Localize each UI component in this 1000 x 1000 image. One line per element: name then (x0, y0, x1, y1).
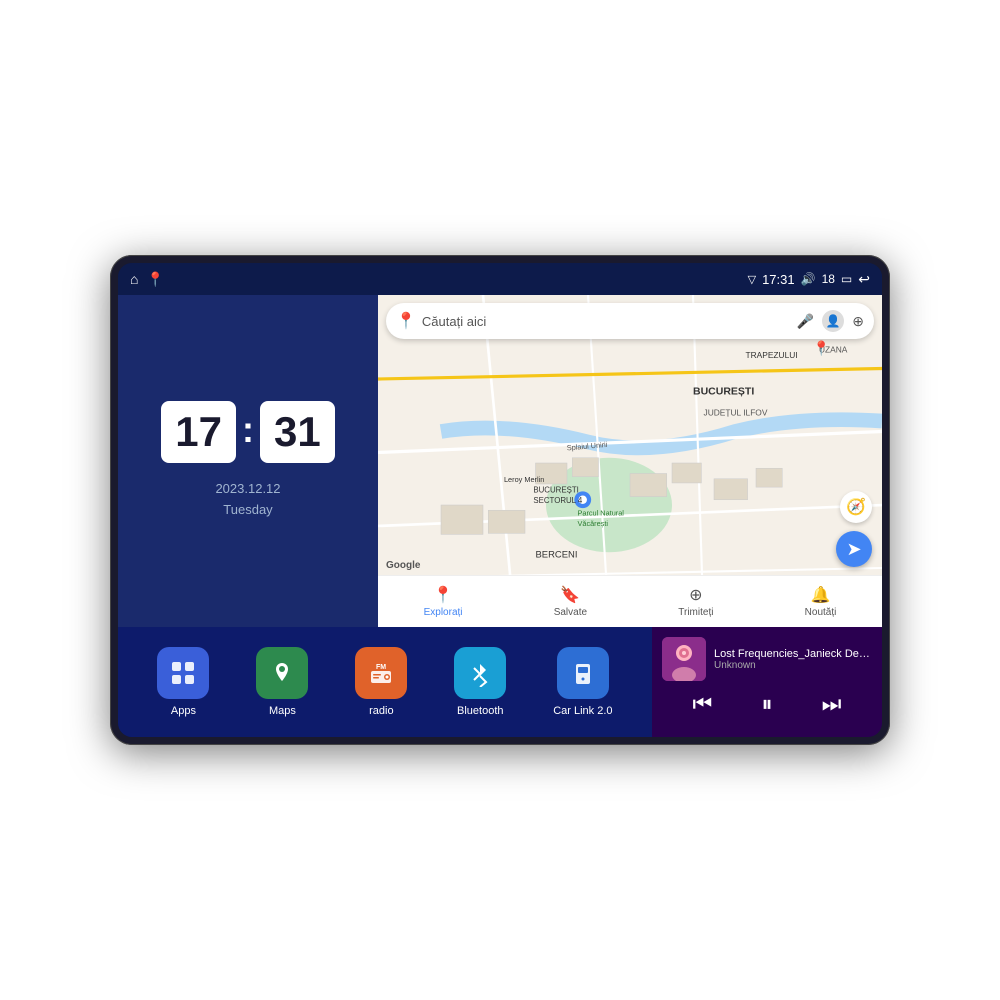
svg-text:FM: FM (376, 664, 386, 671)
google-maps-icon: 📍 (396, 311, 416, 331)
apps-label: Apps (171, 705, 196, 717)
battery-icon: ▭ (841, 272, 852, 286)
google-logo: Google (386, 560, 420, 571)
device: ⌂ 📍 ▽ 17:31 🔊 18 ▭ ↩ 17 : (110, 255, 890, 745)
send-label: Trimiteți (678, 607, 713, 618)
svg-text:TRAPEZULUI: TRAPEZULUI (746, 350, 798, 360)
clock-panel: 17 : 31 2023.12.12 Tuesday (118, 295, 378, 627)
bluetooth-icon (454, 647, 506, 699)
maps-label: Maps (269, 705, 296, 717)
map-bottom-bar: 📍 Explorați 🔖 Salvate ⊕ Trimiteți 🔔 (378, 575, 882, 627)
map-nav-saved[interactable]: 🔖 Salvate (554, 585, 587, 618)
map-panel[interactable]: BUCUREȘTI JUDEȚUL ILFOV TRAPEZULUI UZANA… (378, 295, 882, 627)
saved-label: Salvate (554, 607, 587, 618)
clock-date: 2023.12.12 Tuesday (215, 479, 280, 521)
map-nav-send[interactable]: ⊕ Trimiteți (678, 585, 713, 618)
map-location-marker: 📍 (813, 340, 830, 357)
svg-text:BUCUREȘTI: BUCUREȘTI (533, 485, 578, 494)
home-icon[interactable]: ⌂ (130, 271, 138, 287)
saved-icon: 🔖 (560, 585, 580, 605)
status-bar: ⌂ 📍 ▽ 17:31 🔊 18 ▭ ↩ (118, 263, 882, 295)
account-icon[interactable]: 👤 (822, 310, 844, 332)
map-search-actions: 🎤 👤 ⊕ (797, 310, 864, 332)
volume-icon: 🔊 (801, 272, 816, 286)
app-item-apps[interactable]: Apps (157, 647, 209, 717)
back-icon[interactable]: ↩ (858, 271, 870, 288)
music-info: Lost Frequencies_Janieck Devy-... Unknow… (652, 627, 882, 687)
music-play-button[interactable]: ⏸ (761, 691, 772, 717)
music-next-button[interactable]: ⏭ (822, 691, 842, 717)
send-icon: ⊕ (689, 585, 702, 605)
clock-hour: 17 (161, 401, 236, 463)
main-content: 17 : 31 2023.12.12 Tuesday (118, 295, 882, 737)
clock-display: 17 : 31 (161, 401, 334, 463)
location-icon[interactable]: 📍 (146, 271, 163, 288)
svg-text:JUDEȚUL ILFOV: JUDEȚUL ILFOV (704, 408, 768, 418)
status-right-icons: ▽ 17:31 🔊 18 ▭ ↩ (748, 271, 870, 288)
radio-label: radio (369, 705, 393, 717)
music-controls: ⏮ ⏸ ⏭ (652, 687, 882, 725)
explore-label: Explorați (424, 607, 463, 618)
map-search-placeholder[interactable]: Căutați aici (422, 314, 791, 329)
map-background: BUCUREȘTI JUDEȚUL ILFOV TRAPEZULUI UZANA… (378, 295, 882, 621)
map-nav-explore[interactable]: 📍 Explorați (424, 585, 463, 618)
music-thumbnail (662, 637, 706, 681)
status-left-icons: ⌂ 📍 (130, 271, 164, 288)
svg-text:BUCUREȘTI: BUCUREȘTI (693, 386, 754, 398)
bluetooth-label: Bluetooth (457, 705, 503, 717)
clock-minute: 31 (260, 401, 335, 463)
app-shortcuts: Apps Maps (118, 627, 652, 737)
carlink-icon (557, 647, 609, 699)
radio-icon: FM (355, 647, 407, 699)
news-icon: 🔔 (811, 585, 831, 605)
volume-level: 18 (822, 272, 835, 286)
map-compass[interactable]: 🧭 (840, 491, 872, 523)
screen: ⌂ 📍 ▽ 17:31 🔊 18 ▭ ↩ 17 : (118, 263, 882, 737)
top-row: 17 : 31 2023.12.12 Tuesday (118, 295, 882, 627)
news-label: Noutăți (805, 607, 837, 618)
maps-icon (256, 647, 308, 699)
svg-text:Parcul Natural: Parcul Natural (578, 509, 625, 518)
bottom-row: Apps Maps (118, 627, 882, 737)
app-item-radio[interactable]: FM radio (355, 647, 407, 717)
apps-icon (157, 647, 209, 699)
music-text: Lost Frequencies_Janieck Devy-... Unknow… (714, 648, 872, 671)
app-item-carlink[interactable]: Car Link 2.0 (553, 647, 612, 717)
music-artist: Unknown (714, 660, 872, 671)
layers-icon[interactable]: ⊕ (852, 313, 864, 330)
map-search-bar[interactable]: 📍 Căutați aici 🎤 👤 ⊕ (386, 303, 874, 339)
explore-icon: 📍 (433, 585, 453, 605)
app-item-maps[interactable]: Maps (256, 647, 308, 717)
music-title: Lost Frequencies_Janieck Devy-... (714, 648, 872, 660)
app-item-bluetooth[interactable]: Bluetooth (454, 647, 506, 717)
svg-text:SECTORUL 4: SECTORUL 4 (533, 496, 583, 505)
map-nav-news[interactable]: 🔔 Noutăți (805, 585, 837, 618)
svg-text:BERCENI: BERCENI (536, 550, 578, 561)
status-time: 17:31 (762, 272, 795, 287)
signal-icon: ▽ (748, 273, 756, 286)
map-navigate-fab[interactable]: ➤ (836, 531, 872, 567)
svg-text:Leroy Merlin: Leroy Merlin (504, 475, 544, 484)
carlink-label: Car Link 2.0 (553, 705, 612, 717)
clock-colon: : (242, 409, 254, 451)
music-player: Lost Frequencies_Janieck Devy-... Unknow… (652, 627, 882, 737)
music-prev-button[interactable]: ⏮ (693, 691, 713, 717)
svg-text:Văcărești: Văcărești (578, 519, 609, 528)
mic-icon[interactable]: 🎤 (797, 313, 814, 330)
